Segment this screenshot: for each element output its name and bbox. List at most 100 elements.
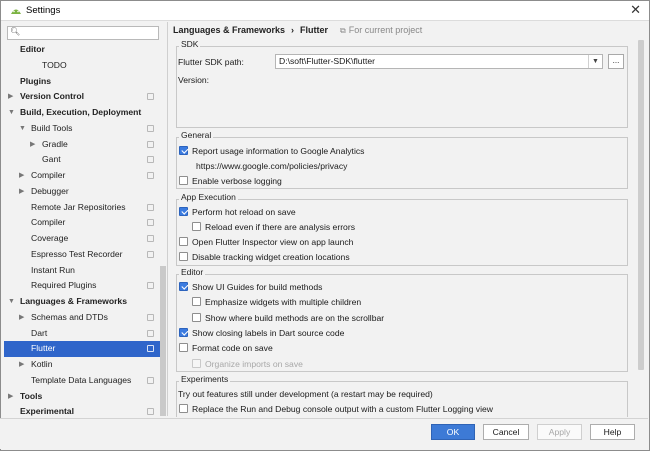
breadcrumb-separator: › <box>291 25 295 35</box>
sidebar-item-gradle[interactable]: ▶ Gradle <box>4 137 160 153</box>
expand-down-icon[interactable]: ▼ <box>8 105 15 121</box>
sidebar-item-espresso-test-recorder[interactable]: Espresso Test Recorder <box>4 247 160 263</box>
browse-button[interactable]: ... <box>608 54 624 69</box>
verbose-logging-checkbox[interactable] <box>179 176 188 185</box>
sdk-version-label: Version: <box>178 75 210 85</box>
reload-errors-label: Reload even if there are analysis errors <box>205 222 355 232</box>
ok-button[interactable]: OK <box>431 424 475 440</box>
sidebar-item-kotlin[interactable]: ▶ Kotlin <box>4 357 160 373</box>
sidebar-item-flutter[interactable]: Flutter <box>4 341 160 357</box>
sidebar-item-schemas-and-dtds[interactable]: ▶ Schemas and DTDs <box>4 310 160 326</box>
emphasize-widgets-checkbox[interactable] <box>192 297 201 306</box>
project-scope-label: For current project <box>348 25 423 35</box>
sidebar-item-label: Compiler <box>31 217 66 228</box>
chevron-down-icon[interactable]: ▼ <box>588 55 602 68</box>
project-config-icon <box>147 203 154 211</box>
sidebar-item-label: Remote Jar Repositories <box>31 201 126 212</box>
close-icon[interactable]: ✕ <box>630 3 641 17</box>
general-group-title: General <box>179 130 214 140</box>
sidebar-item-editor[interactable]: Editor <box>4 42 160 58</box>
search-input[interactable]: 🔍︎ <box>7 26 159 40</box>
sidebar-item-tools[interactable]: ▶ Tools <box>4 389 160 405</box>
expand-right-icon[interactable]: ▶ <box>19 184 24 200</box>
expand-right-icon[interactable]: ▶ <box>19 310 24 326</box>
editor-group-title: Editor <box>179 267 206 277</box>
replace-console-label: Replace the Run and Debug console output… <box>192 404 493 414</box>
sdk-path-field[interactable]: D:\soft\Flutter-SDK\flutter ▼ <box>275 54 603 69</box>
sidebar-item-build-execution-deployment[interactable]: ▼ Build, Execution, Deployment <box>4 105 160 121</box>
project-config-icon <box>147 93 154 101</box>
expand-right-icon[interactable]: ▶ <box>19 168 24 184</box>
report-usage-label: Report usage information to Google Analy… <box>192 146 365 156</box>
disable-tracking-checkbox[interactable] <box>179 252 188 261</box>
closing-labels-checkbox[interactable] <box>179 328 188 337</box>
project-config-icon <box>147 219 154 227</box>
sidebar-item-instant-run[interactable]: Instant Run <box>4 263 160 279</box>
breadcrumb-parent: Languages & Frameworks <box>173 25 286 35</box>
report-usage-checkbox[interactable] <box>179 146 188 155</box>
sidebar-item-dart[interactable]: Dart <box>4 326 160 342</box>
project-config-icon <box>147 124 154 132</box>
sidebar-item-plugins[interactable]: Plugins <box>4 74 160 90</box>
expand-down-icon[interactable]: ▼ <box>19 121 26 137</box>
open-inspector-label: Open Flutter Inspector view on app launc… <box>192 237 354 247</box>
project-config-icon <box>147 313 154 321</box>
sidebar-item-remote-jar-repositories[interactable]: Remote Jar Repositories <box>4 200 160 216</box>
hot-reload-label: Perform hot reload on save <box>192 207 296 217</box>
sidebar-item-label: Compiler <box>31 170 66 180</box>
sidebar-item-label: Espresso Test Recorder <box>31 248 123 259</box>
sidebar-item-todo[interactable]: TODO <box>4 58 160 74</box>
sidebar-item-required-plugins[interactable]: Required Plugins <box>4 278 160 294</box>
replace-console-checkbox[interactable] <box>179 404 188 413</box>
organize-imports-checkbox[interactable] <box>192 359 201 368</box>
sidebar-item-languages-frameworks[interactable]: ▼ Languages & Frameworks <box>4 294 160 310</box>
window-title: Settings <box>26 5 61 16</box>
project-icon: ⧉ <box>340 26 346 35</box>
sidebar-item-gant[interactable]: Gant <box>4 152 160 168</box>
expand-right-icon[interactable]: ▶ <box>8 89 13 105</box>
apply-button[interactable]: Apply <box>537 424 582 440</box>
android-studio-icon <box>11 9 21 14</box>
sidebar-item-compiler[interactable]: ▶ Compiler <box>4 168 160 184</box>
sidebar-item-compiler[interactable]: Compiler <box>4 215 160 231</box>
open-inspector-checkbox[interactable] <box>179 237 188 246</box>
sidebar-item-label: Gradle <box>42 138 68 149</box>
sidebar-item-coverage[interactable]: Coverage <box>4 231 160 247</box>
sidebar-item-label: Gant <box>42 154 61 165</box>
sidebar-item-build-tools[interactable]: ▼ Build Tools <box>4 121 160 137</box>
sidebar-item-label: Schemas and DTDs <box>31 311 108 322</box>
closing-labels-label: Show closing labels in Dart source code <box>192 328 345 338</box>
sidebar-footer <box>0 418 168 449</box>
title-bar: Settings ✕ <box>1 1 649 21</box>
reload-errors-checkbox[interactable] <box>192 222 201 231</box>
expand-right-icon[interactable]: ▶ <box>8 389 13 405</box>
sidebar-item-debugger[interactable]: ▶ Debugger <box>4 184 160 200</box>
sidebar-item-template-data-languages[interactable]: Template Data Languages <box>4 373 160 389</box>
privacy-link[interactable]: https://www.google.com/policies/privacy <box>196 161 347 171</box>
breadcrumb: Languages & Frameworks › Flutter ⧉ For curr… <box>173 25 422 35</box>
show-where-checkbox[interactable] <box>192 313 201 322</box>
ui-guides-checkbox[interactable] <box>179 282 188 291</box>
search-icon: 🔍︎ <box>10 27 21 36</box>
sidebar-item-label: TODO <box>42 59 67 70</box>
hot-reload-checkbox[interactable] <box>179 207 188 216</box>
panel-scrollbar[interactable] <box>638 40 644 370</box>
expand-right-icon[interactable]: ▶ <box>30 137 35 153</box>
show-where-label: Show where build methods are on the scro… <box>205 313 385 323</box>
cancel-button[interactable]: Cancel <box>483 424 529 440</box>
format-on-save-label: Format code on save <box>192 343 273 353</box>
sidebar-item-label: Dart <box>31 327 48 338</box>
expand-right-icon[interactable]: ▶ <box>19 357 24 373</box>
emphasize-widgets-label: Emphasize widgets with multiple children <box>205 297 362 307</box>
sidebar-item-label: Required Plugins <box>31 280 97 291</box>
project-config-icon <box>147 408 154 416</box>
sidebar-item-version-control[interactable]: ▶ Version Control <box>4 89 160 105</box>
sidebar-scrollbar[interactable] <box>160 266 166 416</box>
format-on-save-checkbox[interactable] <box>179 343 188 352</box>
experiments-description: Try out features still under development… <box>178 389 433 399</box>
help-button[interactable]: Help <box>590 424 635 440</box>
sidebar-item-label: Build Tools <box>31 122 73 133</box>
sidebar-item-label: Coverage <box>31 233 69 243</box>
ui-guides-label: Show UI Guides for build methods <box>192 282 323 292</box>
expand-down-icon[interactable]: ▼ <box>8 294 15 310</box>
